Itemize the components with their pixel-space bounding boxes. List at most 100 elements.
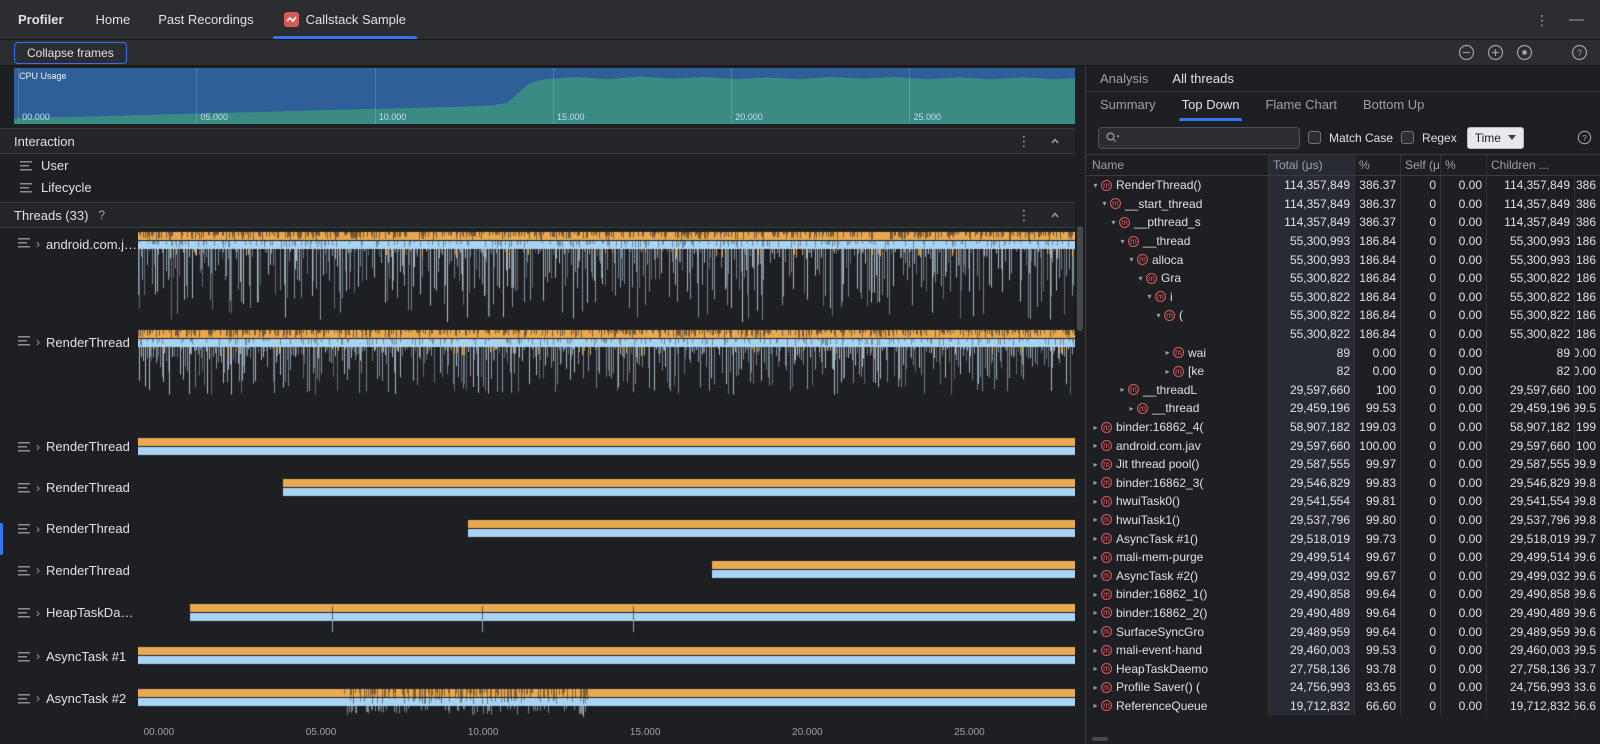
chevron-collapsed-icon[interactable]: ▸ bbox=[1090, 571, 1101, 580]
table-row[interactable]: ▸mhwuiTask1()29,537,79699.8000.0029,537,… bbox=[1086, 511, 1600, 530]
chevron-expanded-icon[interactable]: ▾ bbox=[1153, 311, 1164, 320]
zoom-out-icon[interactable] bbox=[1458, 44, 1475, 61]
thread-track-canvas[interactable] bbox=[138, 634, 1075, 678]
thread-track[interactable] bbox=[138, 591, 1075, 634]
table-row[interactable]: ▾mRenderThread()114,357,849386.3700.0011… bbox=[1086, 176, 1600, 195]
table-row[interactable]: ▸mbinder:16862_1()29,490,85899.6400.0029… bbox=[1086, 585, 1600, 604]
horizontal-scrollbar[interactable] bbox=[1086, 734, 1600, 744]
thread-track[interactable] bbox=[138, 426, 1075, 467]
tab-callstack-sample[interactable]: Callstack Sample bbox=[268, 0, 422, 39]
interaction-row-lifecycle[interactable]: Lifecycle bbox=[0, 176, 1075, 198]
col-total[interactable]: Total (μs) bbox=[1268, 155, 1354, 175]
thread-track-canvas[interactable] bbox=[138, 326, 1075, 426]
table-row[interactable]: ▸mProfile Saver() (24,756,99383.6500.002… bbox=[1086, 678, 1600, 697]
chevron-collapsed-icon[interactable]: ▸ bbox=[1090, 608, 1101, 617]
thread-row[interactable]: ›AsyncTask #1 bbox=[0, 634, 1075, 678]
thread-row[interactable]: ›android.com.ja... bbox=[0, 228, 1075, 326]
chevron-collapsed-icon[interactable]: ▸ bbox=[1090, 553, 1101, 562]
more-options-icon[interactable]: ⋮ bbox=[1535, 13, 1549, 27]
table-row[interactable]: ▾m(55,300,822186.8400.0055,300,822186 bbox=[1086, 306, 1600, 325]
chevron-collapsed-icon[interactable]: ▸ bbox=[1162, 348, 1173, 357]
nav-item-past-recordings[interactable]: Past Recordings bbox=[144, 0, 267, 39]
tab-flame-chart[interactable]: Flame Chart bbox=[1265, 97, 1337, 121]
threads-help-icon[interactable]: ? bbox=[98, 208, 105, 222]
threads-kebab-icon[interactable]: ⋮ bbox=[1017, 208, 1031, 222]
interaction-collapse-icon[interactable] bbox=[1049, 135, 1061, 147]
chevron-right-icon[interactable]: › bbox=[36, 691, 40, 705]
thread-row[interactable]: ›RenderThread bbox=[0, 549, 1075, 591]
thread-row[interactable]: ›RenderThread bbox=[0, 467, 1075, 508]
chevron-expanded-icon[interactable]: ▾ bbox=[1099, 199, 1110, 208]
nav-item-home[interactable]: Home bbox=[82, 0, 145, 39]
chevron-expanded-icon[interactable]: ▾ bbox=[1144, 292, 1155, 301]
table-row[interactable]: ▾mGra55,300,822186.8400.0055,300,822186 bbox=[1086, 269, 1600, 288]
chevron-collapsed-icon[interactable]: ▸ bbox=[1090, 590, 1101, 599]
help-icon[interactable]: ? bbox=[1571, 44, 1588, 61]
tab-bottom-up[interactable]: Bottom Up bbox=[1363, 97, 1424, 121]
interaction-kebab-icon[interactable]: ⋮ bbox=[1017, 134, 1031, 148]
table-row[interactable]: ▸mSurfaceSyncGro29,489,95999.6400.0029,4… bbox=[1086, 622, 1600, 641]
chevron-right-icon[interactable]: › bbox=[36, 440, 40, 454]
thread-label[interactable]: ›RenderThread bbox=[0, 326, 138, 426]
regex-checkbox[interactable] bbox=[1401, 131, 1414, 144]
match-case-checkbox[interactable] bbox=[1308, 131, 1321, 144]
chevron-collapsed-icon[interactable]: ▸ bbox=[1117, 385, 1128, 394]
search-box[interactable] bbox=[1098, 127, 1300, 149]
col-self[interactable]: Self (μs) bbox=[1400, 155, 1440, 175]
chevron-expanded-icon[interactable]: ▾ bbox=[1117, 237, 1128, 246]
interaction-row-user[interactable]: User bbox=[0, 154, 1075, 176]
thread-track-canvas[interactable] bbox=[138, 467, 1075, 508]
vertical-scrollbar[interactable] bbox=[1075, 66, 1085, 744]
collapse-frames-button[interactable]: Collapse frames bbox=[14, 42, 127, 64]
tab-summary[interactable]: Summary bbox=[1100, 97, 1156, 121]
table-row[interactable]: ▸mReferenceQueue19,712,83266.6000.0019,7… bbox=[1086, 697, 1600, 716]
chevron-right-icon[interactable]: › bbox=[36, 606, 40, 620]
thread-track[interactable] bbox=[138, 678, 1075, 718]
table-row[interactable]: ▸mhwuiTask0()29,541,55499.8100.0029,541,… bbox=[1086, 492, 1600, 511]
tab-all-threads[interactable]: All threads bbox=[1172, 71, 1233, 86]
table-row[interactable]: ▾m__pthread_s114,357,849386.3700.00114,3… bbox=[1086, 213, 1600, 232]
thread-track[interactable] bbox=[138, 508, 1075, 549]
thread-row[interactable]: ›RenderThread bbox=[0, 326, 1075, 426]
thread-track-canvas[interactable] bbox=[138, 426, 1075, 467]
chevron-collapsed-icon[interactable]: ▸ bbox=[1090, 460, 1101, 469]
thread-label[interactable]: ›HeapTaskDae... bbox=[0, 591, 138, 634]
scrollbar-thumb[interactable] bbox=[1077, 226, 1083, 331]
chevron-collapsed-icon[interactable]: ▸ bbox=[1090, 646, 1101, 655]
table-row[interactable]: ▾m__start_thread114,357,849386.3700.0011… bbox=[1086, 195, 1600, 214]
table-row[interactable]: ▸m__threadL29,597,66010000.0029,597,6601… bbox=[1086, 381, 1600, 400]
chevron-right-icon[interactable]: › bbox=[36, 522, 40, 536]
thread-label[interactable]: ›RenderThread bbox=[0, 467, 138, 508]
chevron-collapsed-icon[interactable]: ▸ bbox=[1090, 683, 1101, 692]
table-row[interactable]: ▸mJit thread pool()29,587,55599.9700.002… bbox=[1086, 455, 1600, 474]
hscrollbar-thumb[interactable] bbox=[1092, 737, 1108, 741]
table-row[interactable]: ▾mi55,300,822186.8400.0055,300,822186 bbox=[1086, 288, 1600, 307]
thread-label[interactable]: ›RenderThread bbox=[0, 508, 138, 549]
chevron-expanded-icon[interactable]: ▾ bbox=[1108, 218, 1119, 227]
tab-analysis[interactable]: Analysis bbox=[1100, 71, 1148, 86]
thread-track[interactable] bbox=[138, 634, 1075, 678]
thread-row[interactable]: ›AsyncTask #2 bbox=[0, 678, 1075, 718]
chevron-right-icon[interactable]: › bbox=[36, 237, 40, 251]
table-row[interactable]: 55,300,822186.8400.0055,300,822186 bbox=[1086, 325, 1600, 344]
chevron-expanded-icon[interactable]: ▾ bbox=[1126, 255, 1137, 264]
table-row[interactable]: ▸mmali-mem-purge29,499,51499.6700.0029,4… bbox=[1086, 548, 1600, 567]
thread-track[interactable] bbox=[138, 549, 1075, 591]
table-row[interactable]: ▸mandroid.com.jav29,597,660100.0000.0029… bbox=[1086, 436, 1600, 455]
thread-row[interactable]: ›RenderThread bbox=[0, 426, 1075, 467]
clock-type-dropdown[interactable]: Time bbox=[1467, 127, 1524, 149]
chevron-collapsed-icon[interactable]: ▸ bbox=[1090, 441, 1101, 450]
table-row[interactable]: ▸mbinder:16862_3(29,546,82999.8300.0029,… bbox=[1086, 474, 1600, 493]
table-row[interactable]: ▸mmali-event-hand29,460,00399.5300.0029,… bbox=[1086, 641, 1600, 660]
chevron-collapsed-icon[interactable]: ▸ bbox=[1090, 423, 1101, 432]
thread-track-canvas[interactable] bbox=[138, 228, 1075, 326]
table-row[interactable]: ▸m[ke820.0000.00820.00 bbox=[1086, 362, 1600, 381]
zoom-in-icon[interactable] bbox=[1487, 44, 1504, 61]
chevron-collapsed-icon[interactable]: ▸ bbox=[1090, 478, 1101, 487]
col-total-pct[interactable]: % bbox=[1354, 155, 1400, 175]
thread-label[interactable]: ›AsyncTask #1 bbox=[0, 634, 138, 678]
chevron-collapsed-icon[interactable]: ▸ bbox=[1090, 664, 1101, 673]
thread-label[interactable]: ›AsyncTask #2 bbox=[0, 678, 138, 718]
table-row[interactable]: ▾malloca55,300,993186.8400.0055,300,9931… bbox=[1086, 250, 1600, 269]
table-row[interactable]: ▸mbinder:16862_4(58,907,182199.0300.0058… bbox=[1086, 418, 1600, 437]
